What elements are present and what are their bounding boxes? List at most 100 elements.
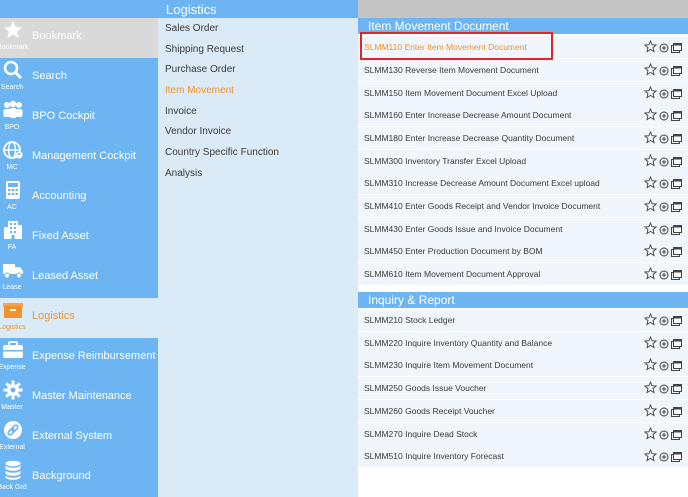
new-window-icon[interactable] (671, 427, 682, 445)
menu-link[interactable]: SLMM610 Item Movement Document Approval (364, 269, 540, 279)
nav-item-master-maintenance[interactable]: Master Master Maintenance (0, 378, 158, 418)
content-top-bar (358, 0, 688, 18)
submenu-item-shipping-request[interactable]: Shipping Request (165, 44, 244, 55)
add-circle-icon[interactable] (659, 63, 669, 81)
menu-link[interactable]: SLMM270 Inquire Dead Stock (364, 429, 477, 439)
add-circle-icon[interactable] (659, 313, 669, 331)
new-window-icon[interactable] (671, 40, 682, 58)
row-action-icons (642, 153, 682, 168)
nav-item-abbr: MC (6, 164, 18, 171)
add-circle-icon[interactable] (659, 86, 669, 104)
menu-link[interactable]: SLMM130 Reverse Item Movement Document (364, 65, 539, 75)
new-window-icon[interactable] (671, 244, 682, 262)
new-window-icon[interactable] (671, 222, 682, 240)
add-circle-icon[interactable] (659, 131, 669, 149)
add-circle-icon[interactable] (659, 199, 669, 217)
menu-link[interactable]: SLMM430 Enter Goods Issue and Invoice Do… (364, 224, 562, 234)
add-circle-icon[interactable] (659, 449, 669, 467)
menu-link[interactable]: SLMM160 Enter Increase Decrease Amount D… (364, 110, 571, 120)
star-outline-icon[interactable] (643, 198, 658, 217)
new-window-icon[interactable] (671, 358, 682, 376)
search-icon: Search (0, 60, 26, 96)
add-circle-icon[interactable] (659, 244, 669, 262)
new-window-icon[interactable] (671, 63, 682, 81)
add-circle-icon[interactable] (659, 336, 669, 354)
submenu-item-item-movement[interactable]: Item Movement (165, 85, 234, 96)
menu-link[interactable]: SLMM410 Enter Goods Receipt and Vendor I… (364, 201, 600, 211)
star-outline-icon[interactable] (643, 175, 658, 194)
new-window-icon[interactable] (671, 199, 682, 217)
nav-item-background[interactable]: Back Grd Background (0, 458, 158, 497)
star-outline-icon[interactable] (643, 426, 658, 445)
submenu-item-invoice[interactable]: Invoice (165, 106, 197, 117)
star-outline-icon[interactable] (643, 357, 658, 376)
nav-item-logistics[interactable]: Logistics Logistics (0, 298, 158, 338)
menu-link[interactable]: SLMM260 Goods Receipt Voucher (364, 406, 495, 416)
menu-link[interactable]: SLMM300 Inventory Transfer Excel Upload (364, 156, 526, 166)
menu-row: SLMM150 Item Movement Document Excel Upl… (358, 82, 688, 104)
nav-item-accounting[interactable]: AC Accounting (0, 178, 158, 218)
nav-item-bpo-cockpit[interactable]: BPO BPO Cockpit (0, 98, 158, 138)
star-outline-icon[interactable] (643, 107, 658, 126)
add-circle-icon[interactable] (659, 427, 669, 445)
submenu-item-country-specific-function[interactable]: Country Specific Function (165, 147, 279, 158)
new-window-icon[interactable] (671, 108, 682, 126)
star-outline-icon[interactable] (643, 335, 658, 354)
add-circle-icon[interactable] (659, 381, 669, 399)
new-window-icon[interactable] (671, 381, 682, 399)
menu-link[interactable]: SLMM220 Inquire Inventory Quantity and B… (364, 338, 552, 348)
add-circle-icon[interactable] (659, 222, 669, 240)
star-outline-icon[interactable] (643, 403, 658, 422)
menu-link[interactable]: SLMM210 Stock Ledger (364, 315, 455, 325)
nav-item-bookmark[interactable]: Bookmark Bookmark (0, 18, 158, 58)
nav-item-label: Background (32, 470, 91, 482)
star-outline-icon[interactable] (643, 312, 658, 331)
menu-link[interactable]: SLMM180 Enter Increase Decrease Quantity… (364, 133, 574, 143)
new-window-icon[interactable] (671, 404, 682, 422)
menu-link[interactable]: SLMM110 Enter Item Movement Document (364, 42, 527, 52)
menu-link[interactable]: SLMM230 Inquire Item Movement Document (364, 360, 533, 370)
new-window-icon[interactable] (671, 131, 682, 149)
nav-item-expense-reimbursement[interactable]: Expense Expense Reimbursement (0, 338, 158, 378)
star-outline-icon[interactable] (643, 153, 658, 172)
new-window-icon[interactable] (671, 449, 682, 467)
nav-item-management-cockpit[interactable]: MC Management Cockpit (0, 138, 158, 178)
menu-link[interactable]: SLMM310 Increase Decrease Amount Documen… (364, 178, 600, 188)
submenu-header: Logistics (158, 0, 358, 18)
menu-link[interactable]: SLMM250 Goods Issue Voucher (364, 383, 486, 393)
add-circle-icon[interactable] (659, 358, 669, 376)
add-circle-icon[interactable] (659, 154, 669, 172)
nav-item-search[interactable]: Search Search (0, 58, 158, 98)
star-outline-icon[interactable] (643, 85, 658, 104)
submenu-item-sales-order[interactable]: Sales Order (165, 23, 218, 34)
star-outline-icon[interactable] (643, 380, 658, 399)
menu-link[interactable]: SLMM510 Inquire Inventory Forecast (364, 451, 504, 461)
submenu-item-purchase-order[interactable]: Purchase Order (165, 64, 236, 75)
submenu-item-vendor-invoice[interactable]: Vendor Invoice (165, 126, 231, 137)
star-outline-icon[interactable] (643, 448, 658, 467)
new-window-icon[interactable] (671, 176, 682, 194)
new-window-icon[interactable] (671, 154, 682, 172)
star-outline-icon[interactable] (643, 39, 658, 58)
star-outline-icon[interactable] (643, 221, 658, 240)
add-circle-icon[interactable] (659, 267, 669, 285)
new-window-icon[interactable] (671, 267, 682, 285)
add-circle-icon[interactable] (659, 108, 669, 126)
add-circle-icon[interactable] (659, 40, 669, 58)
nav-item-fixed-asset[interactable]: FA Fixed Asset (0, 218, 158, 258)
menu-link[interactable]: SLMM150 Item Movement Document Excel Upl… (364, 88, 557, 98)
nav-item-leased-asset[interactable]: Lease Leased Asset (0, 258, 158, 298)
submenu-item-analysis[interactable]: Analysis (165, 168, 202, 179)
add-circle-icon[interactable] (659, 404, 669, 422)
star-outline-icon[interactable] (643, 266, 658, 285)
star-outline-icon[interactable] (643, 243, 658, 262)
row-action-icons (642, 221, 682, 236)
new-window-icon[interactable] (671, 86, 682, 104)
star-outline-icon[interactable] (643, 130, 658, 149)
menu-link[interactable]: SLMM450 Enter Production Document by BOM (364, 246, 543, 256)
nav-item-external-system[interactable]: External External System (0, 418, 158, 458)
new-window-icon[interactable] (671, 336, 682, 354)
new-window-icon[interactable] (671, 313, 682, 331)
star-outline-icon[interactable] (643, 62, 658, 81)
add-circle-icon[interactable] (659, 176, 669, 194)
